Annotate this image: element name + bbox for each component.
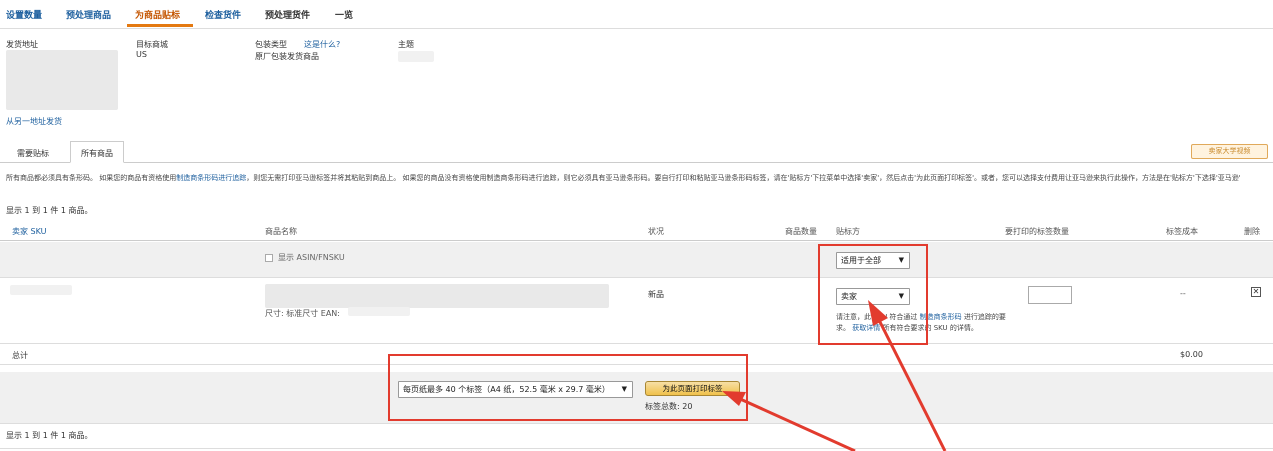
arrow-to-labeler xyxy=(875,315,947,451)
arrow-head-print-icon xyxy=(722,391,746,406)
annotation-arrows xyxy=(722,300,947,451)
arrow-to-print-button xyxy=(737,396,856,451)
arrow-head-labeler-icon xyxy=(868,300,888,326)
